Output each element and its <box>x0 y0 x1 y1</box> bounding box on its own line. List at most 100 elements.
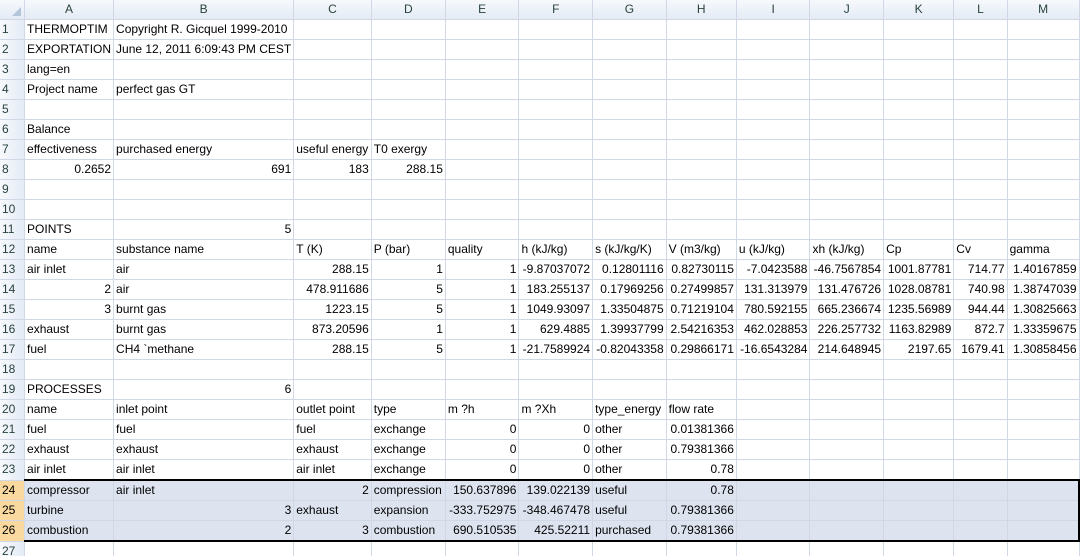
cell-c25[interactable]: exhaust <box>293 500 372 521</box>
cell-k26[interactable] <box>883 520 955 542</box>
row-header-7[interactable]: 7 <box>0 139 26 160</box>
cell-i3[interactable] <box>736 59 811 80</box>
cell-d4[interactable] <box>371 79 446 100</box>
cell-h10[interactable] <box>666 199 737 220</box>
cell-b25[interactable]: 3 <box>113 500 295 521</box>
column-header-g[interactable]: G <box>592 0 667 20</box>
cell-a8[interactable]: 0.2652 <box>24 159 115 180</box>
cell-h25[interactable]: 0.79381366 <box>666 500 737 521</box>
row-header-16[interactable]: 16 <box>0 319 26 340</box>
cell-k12[interactable]: Cp <box>883 239 955 260</box>
cell-a22[interactable]: exhaust <box>24 439 115 460</box>
cell-g27[interactable] <box>592 541 667 556</box>
cell-a10[interactable] <box>24 199 115 220</box>
cell-a27[interactable] <box>24 541 115 556</box>
cell-f2[interactable] <box>518 39 594 60</box>
cell-l12[interactable]: Cv <box>953 239 1008 260</box>
cell-h8[interactable] <box>666 159 737 180</box>
cell-e8[interactable] <box>445 159 520 180</box>
cell-d15[interactable]: 5 <box>371 299 446 320</box>
cell-j21[interactable] <box>809 419 885 440</box>
row-header-15[interactable]: 15 <box>0 299 26 320</box>
cell-k11[interactable] <box>883 219 955 240</box>
cell-g22[interactable]: other <box>592 439 667 460</box>
cell-i21[interactable] <box>736 419 811 440</box>
cell-d22[interactable]: exchange <box>371 439 446 460</box>
cell-g2[interactable] <box>592 39 667 60</box>
cell-f16[interactable]: 629.4885 <box>518 319 594 340</box>
cell-c12[interactable]: T (K) <box>293 239 372 260</box>
cell-j11[interactable] <box>809 219 885 240</box>
cell-d24[interactable]: compression <box>371 479 446 501</box>
cell-c15[interactable]: 1223.15 <box>293 299 372 320</box>
cell-a5[interactable] <box>24 99 115 120</box>
cell-e22[interactable]: 0 <box>445 439 520 460</box>
cell-l16[interactable]: 872.7 <box>953 319 1008 340</box>
cell-d17[interactable]: 5 <box>371 339 446 360</box>
row-header-24[interactable]: 24 <box>0 480 26 501</box>
cell-m27[interactable] <box>1007 541 1080 556</box>
cell-l23[interactable] <box>953 459 1008 481</box>
cell-e17[interactable]: 1 <box>445 339 520 360</box>
cell-i22[interactable] <box>736 439 811 460</box>
cell-j13[interactable]: -46.7567854 <box>809 259 885 280</box>
cell-k18[interactable] <box>883 359 955 380</box>
cell-k2[interactable] <box>883 39 955 60</box>
cell-l22[interactable] <box>953 439 1008 460</box>
cell-a13[interactable]: air inlet <box>24 259 115 280</box>
cell-g12[interactable]: s (kJ/kg/K) <box>592 239 667 260</box>
cell-d12[interactable]: P (bar) <box>371 239 446 260</box>
cell-m13[interactable]: 1.40167859 <box>1007 259 1080 280</box>
cell-e18[interactable] <box>445 359 520 380</box>
cell-k4[interactable] <box>883 79 955 100</box>
cell-e12[interactable]: quality <box>445 239 520 260</box>
row-header-11[interactable]: 11 <box>0 219 26 240</box>
cell-j17[interactable]: 214.648945 <box>809 339 885 360</box>
cell-b26[interactable]: 2 <box>113 520 295 542</box>
cell-h24[interactable]: 0.78 <box>666 479 737 501</box>
cell-l9[interactable] <box>953 179 1008 200</box>
cell-m23[interactable] <box>1007 459 1080 481</box>
cell-h18[interactable] <box>666 359 737 380</box>
cell-m4[interactable] <box>1007 79 1080 100</box>
cell-g24[interactable]: useful <box>592 479 667 501</box>
cell-g9[interactable] <box>592 179 667 200</box>
cell-b20[interactable]: inlet point <box>113 399 295 420</box>
cell-j15[interactable]: 665.236674 <box>809 299 885 320</box>
cell-m12[interactable]: gamma <box>1007 239 1080 260</box>
cell-a26[interactable]: combustion <box>24 520 115 542</box>
cell-a16[interactable]: exhaust <box>24 319 115 340</box>
cell-e16[interactable]: 1 <box>445 319 520 340</box>
cell-b27[interactable] <box>113 541 295 556</box>
cell-m7[interactable] <box>1007 139 1080 160</box>
cell-e26[interactable]: 690.510535 <box>445 520 520 542</box>
cell-d7[interactable]: T0 exergy <box>371 139 446 160</box>
cell-h17[interactable]: 0.29866171 <box>666 339 737 360</box>
cell-b14[interactable]: air <box>113 279 295 300</box>
cell-i8[interactable] <box>736 159 811 180</box>
cell-k16[interactable]: 1163.82989 <box>883 319 955 340</box>
select-all-corner[interactable] <box>0 0 26 20</box>
cell-i19[interactable] <box>736 379 811 400</box>
cell-a1[interactable]: THERMOPTIM <box>24 19 115 40</box>
row-header-4[interactable]: 4 <box>0 79 26 100</box>
cell-b10[interactable] <box>113 199 295 220</box>
cell-f5[interactable] <box>518 99 594 120</box>
cell-g3[interactable] <box>592 59 667 80</box>
cell-f8[interactable] <box>518 159 594 180</box>
cell-c4[interactable] <box>293 79 372 100</box>
cell-i12[interactable]: u (kJ/kg) <box>736 239 811 260</box>
row-header-26[interactable]: 26 <box>0 520 26 542</box>
cell-l5[interactable] <box>953 99 1008 120</box>
cell-i13[interactable]: -7.0423588 <box>736 259 811 280</box>
cell-c17[interactable]: 288.15 <box>293 339 372 360</box>
cell-k5[interactable] <box>883 99 955 120</box>
cell-e3[interactable] <box>445 59 520 80</box>
column-header-a[interactable]: A <box>24 0 115 20</box>
cell-c18[interactable] <box>293 359 372 380</box>
row-header-8[interactable]: 8 <box>0 159 26 180</box>
row-header-6[interactable]: 6 <box>0 119 26 140</box>
cell-h22[interactable]: 0.79381366 <box>666 439 737 460</box>
row-header-20[interactable]: 20 <box>0 399 26 420</box>
cell-e11[interactable] <box>445 219 520 240</box>
